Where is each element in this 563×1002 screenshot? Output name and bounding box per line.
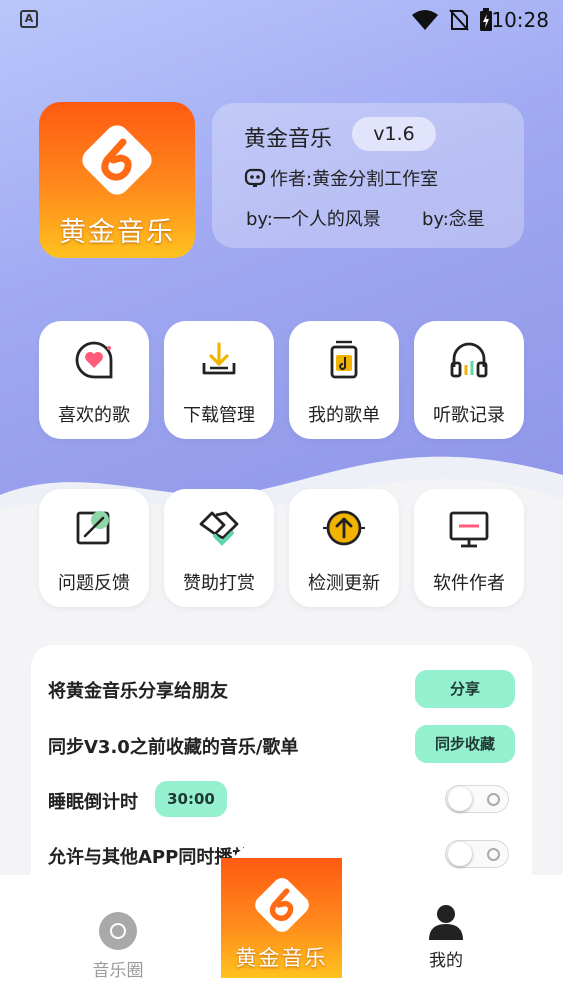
playlist-icon (330, 340, 358, 379)
heart-chat-icon (75, 341, 113, 379)
clock: 10:28 (491, 8, 549, 32)
toggle-off-indicator (487, 848, 500, 861)
toggle-knob (448, 842, 472, 866)
monitor-icon (449, 511, 489, 548)
nav-music-circle-label: 音乐圈 (92, 961, 144, 981)
software-author-button[interactable]: 软件作者 (414, 489, 524, 607)
download-manager-button[interactable]: 下载管理 (164, 321, 274, 439)
app-name: 黄金音乐 (244, 127, 333, 152)
robot-icon (244, 168, 266, 187)
feedback-icon (76, 511, 110, 545)
credit-1: by:一个人的风景 (246, 209, 381, 230)
sponsor-label: 赞助打赏 (183, 573, 255, 594)
toggle-off-indicator (487, 793, 500, 806)
favorite-songs-button[interactable]: 喜欢的歌 (39, 321, 149, 439)
author-text: 作者:黄金分割工作室 (270, 169, 439, 190)
download-manager-label: 下载管理 (183, 405, 255, 426)
logo-text: 黄金音乐 (59, 217, 175, 248)
sync-label: 同步V3.0之前收藏的音乐/歌单 (48, 737, 299, 758)
share-label: 将黄金音乐分享给朋友 (48, 681, 228, 702)
music-circle-icon (99, 912, 137, 950)
toggle-knob (448, 787, 472, 811)
app-logo: 黄金音乐 (39, 102, 195, 258)
nav-mine[interactable]: 我的 (416, 902, 476, 971)
feedback-button[interactable]: 问题反馈 (39, 489, 149, 607)
nav-logo-text: 黄金音乐 (235, 946, 328, 970)
feedback-label: 问题反馈 (58, 573, 130, 594)
headphones-icon (450, 342, 488, 378)
sleep-timer-label: 睡眠倒计时 (48, 792, 138, 813)
download-icon (202, 342, 236, 375)
nav-mine-label: 我的 (429, 951, 463, 971)
version-badge: v1.6 (352, 117, 436, 151)
allow-simultaneous-toggle[interactable] (445, 840, 509, 868)
allow-simultaneous-label: 允许与其他APP同时播放 (48, 847, 251, 868)
my-playlists-label: 我的歌单 (308, 405, 380, 426)
nav-music-circle[interactable]: 音乐圈 (88, 908, 148, 981)
my-playlists-button[interactable]: 我的歌单 (289, 321, 399, 439)
listening-history-button[interactable]: 听歌记录 (414, 321, 524, 439)
logo-emblem-icon (255, 878, 309, 932)
author-row: 作者:黄金分割工作室 (244, 165, 438, 191)
sleep-timer-toggle[interactable] (445, 785, 509, 813)
logo-emblem-icon (82, 125, 152, 195)
app-info-card: 黄金音乐 v1.6 作者:黄金分割工作室 by:一个人的风景 by:念星 (212, 103, 524, 248)
sponsor-button[interactable]: 赞助打赏 (164, 489, 274, 607)
listening-history-label: 听歌记录 (433, 405, 505, 426)
check-update-button[interactable]: 检测更新 (289, 489, 399, 607)
user-icon (429, 905, 463, 940)
credit-2: by:念星 (422, 209, 485, 230)
software-author-label: 软件作者 (433, 573, 505, 594)
update-icon (323, 510, 365, 546)
wifi-icon (412, 10, 438, 30)
check-update-label: 检测更新 (308, 573, 380, 594)
handshake-icon (199, 511, 239, 546)
sleep-timer-value[interactable]: 30:00 (155, 781, 227, 817)
a-icon: A (20, 10, 38, 28)
favorite-songs-label: 喜欢的歌 (58, 405, 130, 426)
status-bar: A 10:28 (0, 0, 563, 40)
share-button[interactable]: 分享 (415, 670, 515, 708)
no-sim-icon (449, 9, 469, 31)
nav-home-logo[interactable]: 黄金音乐 (221, 858, 342, 978)
sync-favorites-button[interactable]: 同步收藏 (415, 725, 515, 763)
